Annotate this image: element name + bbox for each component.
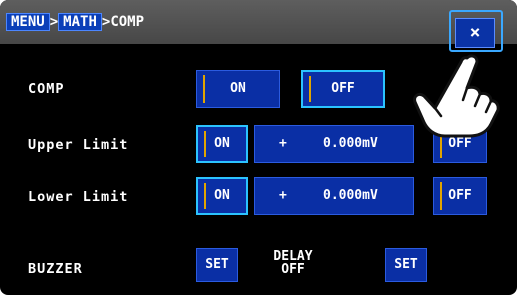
lower-limit-on-button[interactable]: ON [196,177,248,215]
comp-settings-screen: MENU > MATH >COMP × COMP ON OFF Upper Limit… [0,0,517,295]
comp-off-button[interactable]: OFF [301,70,385,108]
upper-limit-value-field[interactable]: + 0.000mV [254,125,414,163]
indicator-bar [440,182,442,210]
lower-limit-on-label: ON [214,188,230,203]
close-icon: × [469,22,481,43]
indicator-bar [203,75,205,103]
comp-off-label: OFF [331,81,355,96]
lower-limit-value-field[interactable]: + 0.000mV [254,177,414,215]
delay-set-label: SET [394,257,418,272]
lower-limit-sign: + [279,188,287,203]
pointing-hand-icon [413,54,500,138]
upper-limit-on-label: ON [214,136,230,151]
breadcrumb-current: COMP [110,14,145,30]
indicator-bar [309,76,311,102]
lower-limit-off-label: OFF [448,188,472,203]
breadcrumb-menu[interactable]: MENU [6,13,50,31]
lower-limit-value: 0.000mV [323,188,378,203]
buzzer-set-button[interactable]: SET [196,248,238,282]
upper-limit-sign: + [279,136,287,151]
delay-value: OFF [281,262,305,277]
comp-label: COMP [28,81,65,97]
buzzer-label: BUZZER [28,261,83,277]
close-button[interactable]: × [455,18,495,48]
indicator-bar [204,131,206,157]
upper-limit-value: 0.000mV [323,136,378,151]
lower-limit-label: Lower Limit [28,189,129,205]
lower-limit-off-button[interactable]: OFF [433,177,487,215]
breadcrumb-separator: > [49,14,59,30]
upper-limit-on-button[interactable]: ON [196,125,248,163]
delay-status: DELAY OFF [263,250,323,276]
buzzer-set-label: SET [205,257,229,272]
indicator-bar [204,183,206,209]
upper-limit-label: Upper Limit [28,137,129,153]
delay-set-button[interactable]: SET [385,248,427,282]
comp-on-label: ON [230,81,246,96]
comp-on-button[interactable]: ON [196,70,280,108]
breadcrumb: MENU > MATH >COMP [6,12,144,32]
breadcrumb-math[interactable]: MATH [58,13,102,31]
title-bar: MENU > MATH >COMP [0,0,517,44]
